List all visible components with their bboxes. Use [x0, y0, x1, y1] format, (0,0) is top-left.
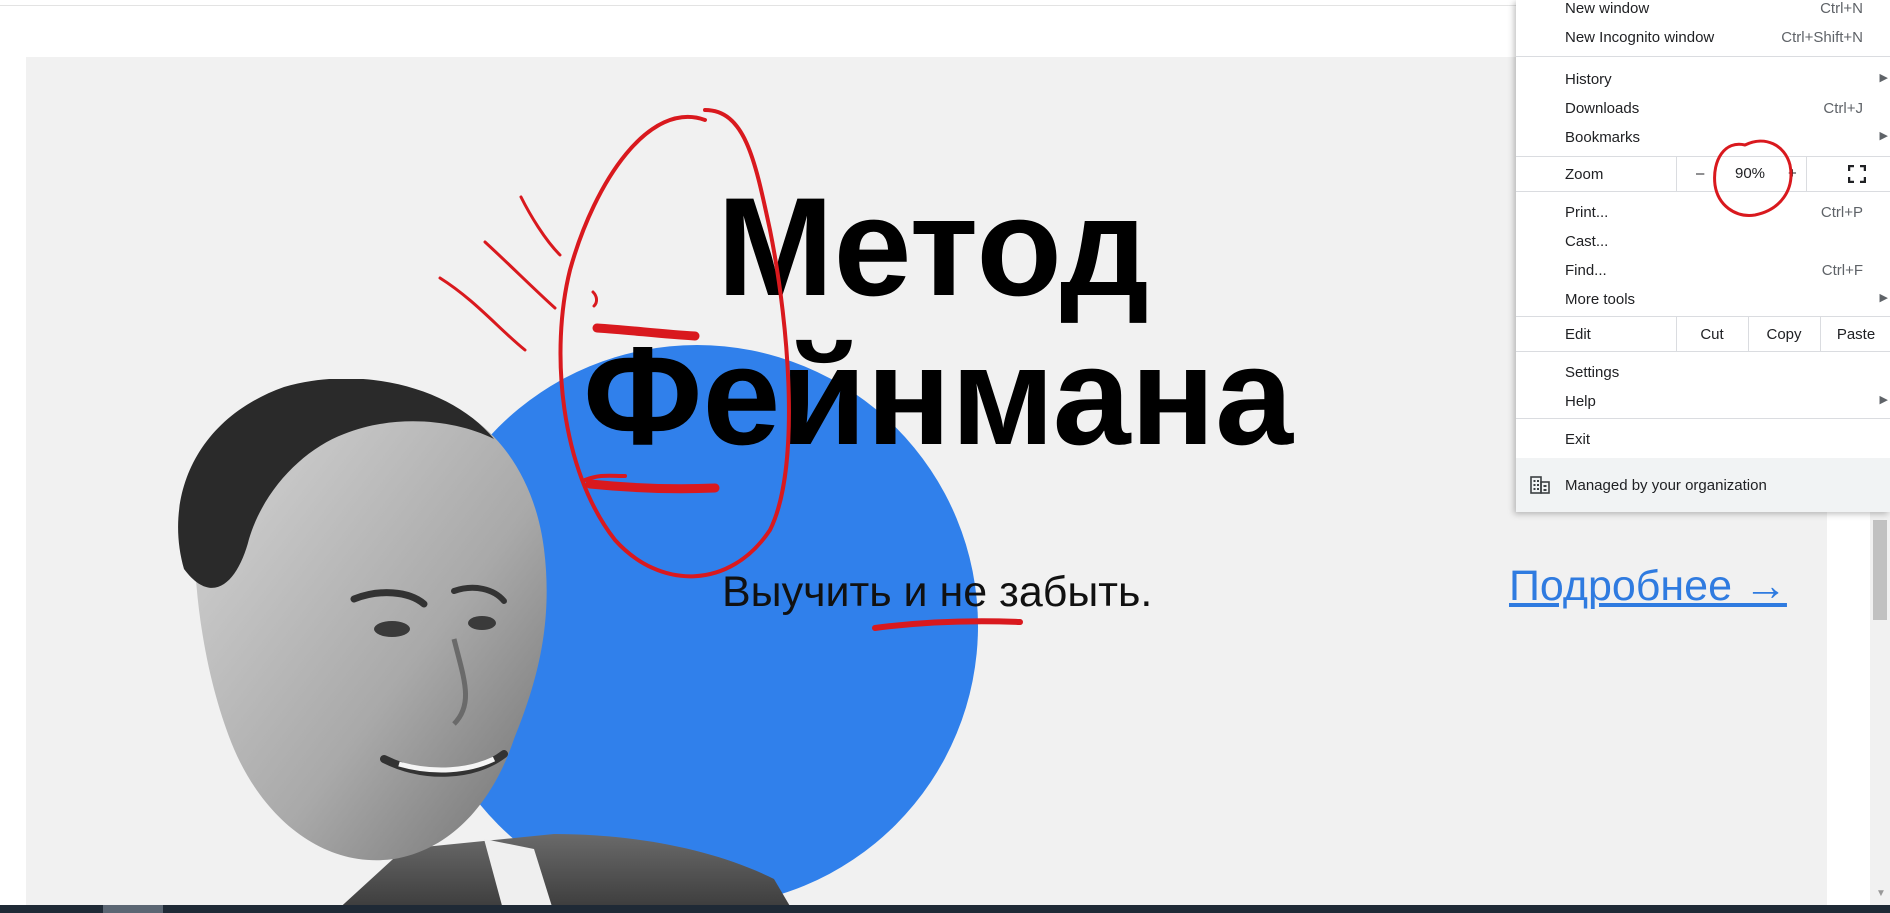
menu-edit-row: Edit Cut Copy Paste	[1516, 317, 1890, 351]
zoom-in-button[interactable]: +	[1788, 165, 1797, 182]
menu-item-label: Find...	[1565, 262, 1607, 279]
copy-button[interactable]: Copy	[1748, 326, 1820, 343]
zoom-level: 90%	[1735, 165, 1766, 182]
menu-item-exit[interactable]: Exit	[1516, 425, 1890, 453]
menu-item-label: New Incognito window	[1565, 29, 1715, 46]
title-line-1: Метод	[717, 168, 1149, 325]
hero-subtitle: Выучить и не забыть.	[722, 568, 1153, 616]
menu-item-shortcut: Ctrl+Shift+N	[1781, 29, 1863, 46]
menu-item-history[interactable]: History ▶	[1516, 65, 1890, 93]
menu-item-label: Exit	[1565, 431, 1591, 448]
fullscreen-icon[interactable]	[1848, 165, 1866, 183]
submenu-arrow-icon: ▶	[1879, 292, 1888, 304]
zoom-divider	[1806, 157, 1807, 191]
menu-item-shortcut: Ctrl+J	[1823, 100, 1863, 117]
menu-item-find[interactable]: Find... Ctrl+F	[1516, 256, 1890, 284]
menu-item-new-window[interactable]: New window Ctrl+N	[1516, 0, 1890, 22]
menu-item-label: Print...	[1565, 204, 1609, 221]
menu-item-downloads[interactable]: Downloads Ctrl+J	[1516, 94, 1890, 122]
zoom-out-button[interactable]: –	[1696, 165, 1704, 182]
menu-separator	[1516, 418, 1890, 419]
menu-item-help[interactable]: Help ▶	[1516, 387, 1890, 415]
building-icon	[1530, 476, 1550, 494]
menu-item-bookmarks[interactable]: Bookmarks ▶	[1516, 123, 1890, 151]
menu-separator	[1516, 56, 1890, 57]
menu-zoom-row: Zoom – 90% +	[1516, 157, 1890, 191]
submenu-arrow-icon: ▶	[1879, 394, 1888, 406]
title-line-2: Фейнмана	[583, 317, 1293, 474]
managed-label: Managed by your organization	[1565, 477, 1767, 494]
menu-item-label: History	[1565, 71, 1612, 88]
submenu-arrow-icon: ▶	[1879, 130, 1888, 142]
menu-item-print[interactable]: Print... Ctrl+P	[1516, 198, 1890, 226]
scroll-down-arrow-icon[interactable]: ▼	[1876, 888, 1886, 899]
menu-item-settings[interactable]: Settings	[1516, 358, 1890, 386]
zoom-label: Zoom	[1565, 166, 1604, 183]
taskbar	[0, 905, 1890, 913]
menu-item-shortcut: Ctrl+N	[1820, 0, 1863, 17]
menu-separator	[1516, 351, 1890, 352]
menu-item-label: Help	[1565, 393, 1596, 410]
menu-item-label: Cast...	[1565, 233, 1609, 250]
edit-label: Edit	[1565, 326, 1591, 343]
submenu-arrow-icon: ▶	[1879, 72, 1888, 84]
menu-item-shortcut: Ctrl+F	[1821, 262, 1863, 279]
menu-item-more-tools[interactable]: More tools ▶	[1516, 285, 1890, 313]
managed-by-organization[interactable]: Managed by your organization	[1516, 458, 1890, 512]
menu-separator	[1516, 191, 1890, 192]
menu-item-shortcut: Ctrl+P	[1820, 204, 1863, 221]
top-divider	[0, 5, 1518, 6]
menu-item-label: Settings	[1565, 364, 1620, 381]
scrollbar-thumb[interactable]	[1873, 520, 1887, 620]
cut-button[interactable]: Cut	[1676, 326, 1748, 343]
menu-item-new-incognito-window[interactable]: New Incognito window Ctrl+Shift+N	[1516, 23, 1890, 51]
menu-item-cast[interactable]: Cast...	[1516, 227, 1890, 255]
paste-button[interactable]: Paste	[1820, 326, 1890, 343]
zoom-divider	[1676, 157, 1677, 191]
menu-item-label: More tools	[1565, 291, 1636, 308]
menu-item-label: Downloads	[1565, 100, 1640, 117]
browser-menu: New window Ctrl+N New Incognito window C…	[1516, 0, 1890, 512]
menu-item-label: Bookmarks	[1565, 129, 1641, 146]
menu-item-label: New window	[1565, 0, 1650, 17]
learn-more-link[interactable]: Подробнее →	[1509, 562, 1787, 611]
taskbar-item[interactable]	[103, 905, 163, 913]
